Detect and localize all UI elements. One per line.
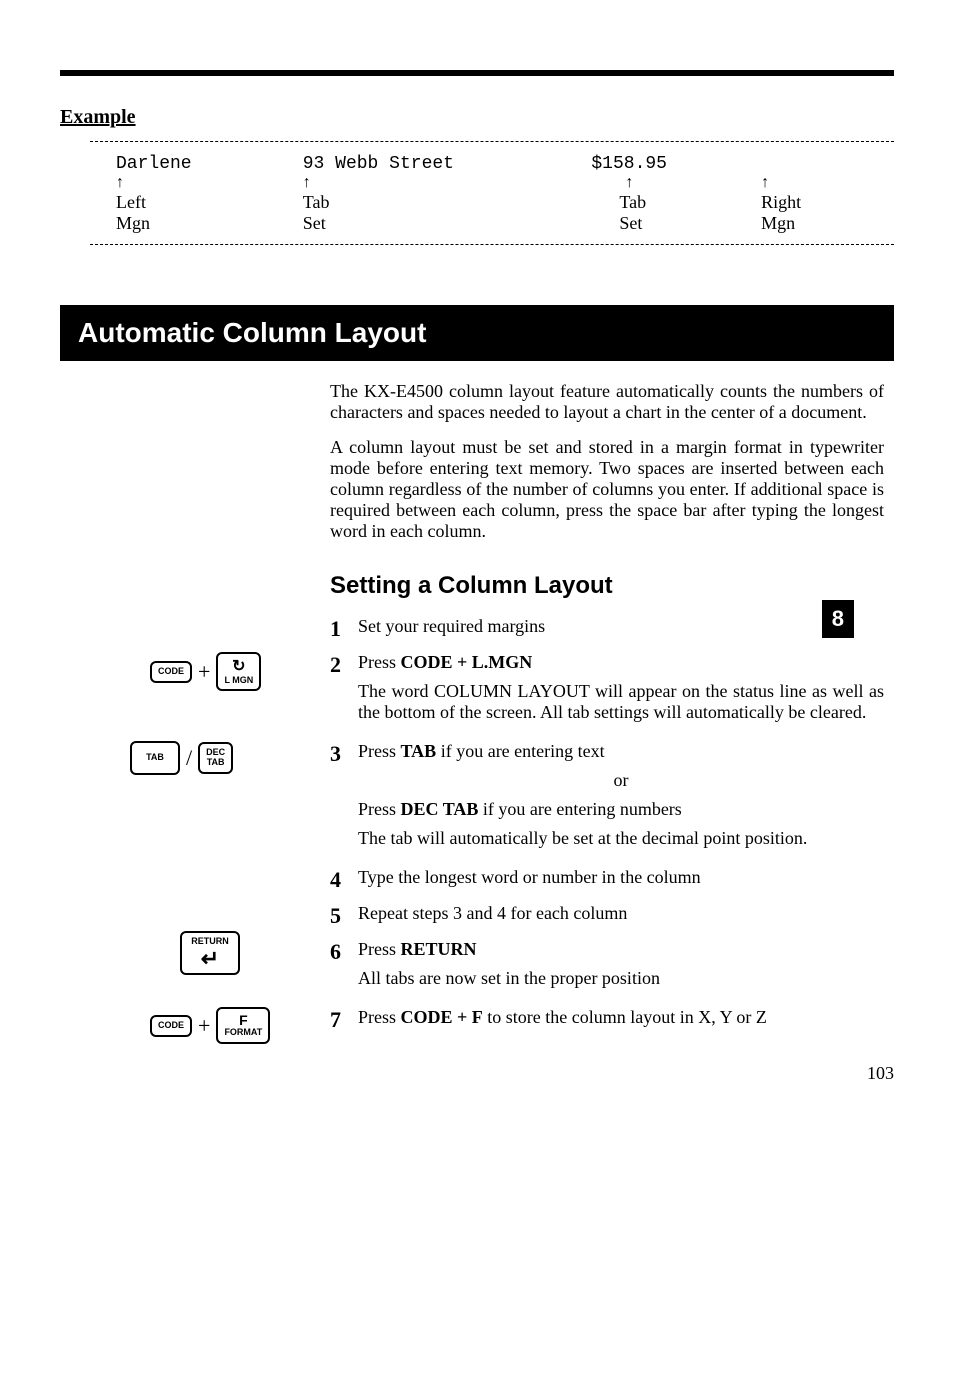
step-number: 5 (330, 903, 358, 929)
plus-icon: + (198, 1013, 210, 1039)
top-rule (60, 70, 894, 76)
ex-label: Left (116, 192, 146, 212)
dectab-key-icon: DEC TAB (198, 742, 233, 774)
step-text: if you are entering numbers (478, 799, 681, 819)
example-box: Darlene 93 Webb Street $158.95 ↑ ↑ ↑ ↑ L… (90, 141, 894, 245)
step-detail: The word COLUMN LAYOUT will appear on th… (358, 681, 884, 723)
step-key: CODE + L.MGN (401, 652, 533, 672)
ex-label: Tab (303, 192, 330, 212)
ex-label: Set (303, 213, 326, 233)
or-text: or (358, 770, 884, 791)
f-key-icon: F FORMAT (216, 1007, 270, 1044)
return-key-icon: RETURN ↵ (180, 931, 240, 975)
f-top: F (239, 1012, 248, 1028)
ex-col1-value: Darlene (116, 154, 192, 174)
step-text: Type the longest word or number in the c… (358, 867, 701, 887)
arrow-icon: ↑ (625, 174, 633, 191)
intro-para-1: The KX-E4500 column layout feature autom… (330, 381, 884, 423)
ex-label: Right (761, 192, 801, 212)
step-detail: The tab will automatically be set at the… (358, 828, 884, 849)
step-key: CODE + F (401, 1007, 483, 1027)
plus-icon: + (198, 659, 210, 685)
step-detail: All tabs are now set in the proper posit… (358, 968, 884, 989)
step-number: 2 (330, 652, 358, 678)
tab-key-icon: TAB (130, 741, 180, 775)
section-title-bar: Automatic Column Layout (60, 305, 894, 361)
step-7: CODE + F FORMAT 7 Press CODE + F to stor… (330, 1007, 884, 1033)
step-text: Press (358, 799, 401, 819)
step-number: 7 (330, 1007, 358, 1033)
dectab-bot: TAB (207, 757, 225, 767)
lmgn-label: L MGN (224, 675, 253, 685)
slash-icon: / (186, 745, 192, 771)
arrow-icon: ↑ (761, 174, 769, 191)
step-1: 1 Set your required margins (330, 616, 884, 642)
example-table: Darlene 93 Webb Street $158.95 ↑ ↑ ↑ ↑ L… (110, 152, 874, 234)
step-3: TAB / DEC TAB 3 Press TAB if you are ent… (330, 741, 884, 857)
ex-col3-value: $158.95 (591, 154, 667, 174)
arrow-icon: ↑ (116, 174, 124, 191)
step-text: Set your required margins (358, 616, 545, 636)
page-number: 103 (60, 1063, 894, 1084)
step-key: DEC TAB (401, 799, 479, 819)
step-number: 3 (330, 741, 358, 767)
code-key-icon: CODE (150, 1015, 192, 1037)
step-number: 6 (330, 939, 358, 965)
step-key: TAB (401, 741, 437, 761)
step-text: Press (358, 741, 401, 761)
step-text: to store the column layout in X, Y or Z (483, 1007, 767, 1027)
step-2: CODE + ↻ L MGN 2 Press CODE + L.MGN The … (330, 652, 884, 731)
dectab-top: DEC (206, 747, 225, 757)
arrow-icon: ↑ (303, 174, 311, 191)
return-label: RETURN (191, 936, 229, 946)
ex-label: Tab (619, 192, 646, 212)
step-4: 4 Type the longest word or number in the… (330, 867, 884, 893)
ex-col2-value: 93 Webb Street (303, 154, 454, 174)
step-text: Press (358, 939, 401, 959)
example-heading: Example (60, 106, 894, 129)
ex-label: Set (619, 213, 642, 233)
f-bot: FORMAT (224, 1027, 262, 1037)
step-number: 4 (330, 867, 358, 893)
lmgn-key-icon: ↻ L MGN (216, 652, 261, 691)
step-number: 1 (330, 616, 358, 642)
step-key: RETURN (401, 939, 477, 959)
ex-label: Mgn (761, 213, 795, 233)
step-text: Press (358, 652, 401, 672)
sub-heading: Setting a Column Layout (330, 572, 884, 600)
lmgn-glyph: ↻ (232, 658, 245, 675)
ex-label: Mgn (116, 213, 150, 233)
step-5: 5 Repeat steps 3 and 4 for each column (330, 903, 884, 929)
step-text: Repeat steps 3 and 4 for each column (358, 903, 627, 923)
step-text: Press (358, 1007, 401, 1027)
intro-para-2: A column layout must be set and stored i… (330, 437, 884, 542)
code-key-icon: CODE (150, 661, 192, 683)
step-6: RETURN ↵ 6 Press RETURN All tabs are now… (330, 939, 884, 997)
chapter-tab: 8 (822, 600, 854, 638)
return-glyph-icon: ↵ (201, 946, 219, 971)
step-text: if you are entering text (436, 741, 604, 761)
